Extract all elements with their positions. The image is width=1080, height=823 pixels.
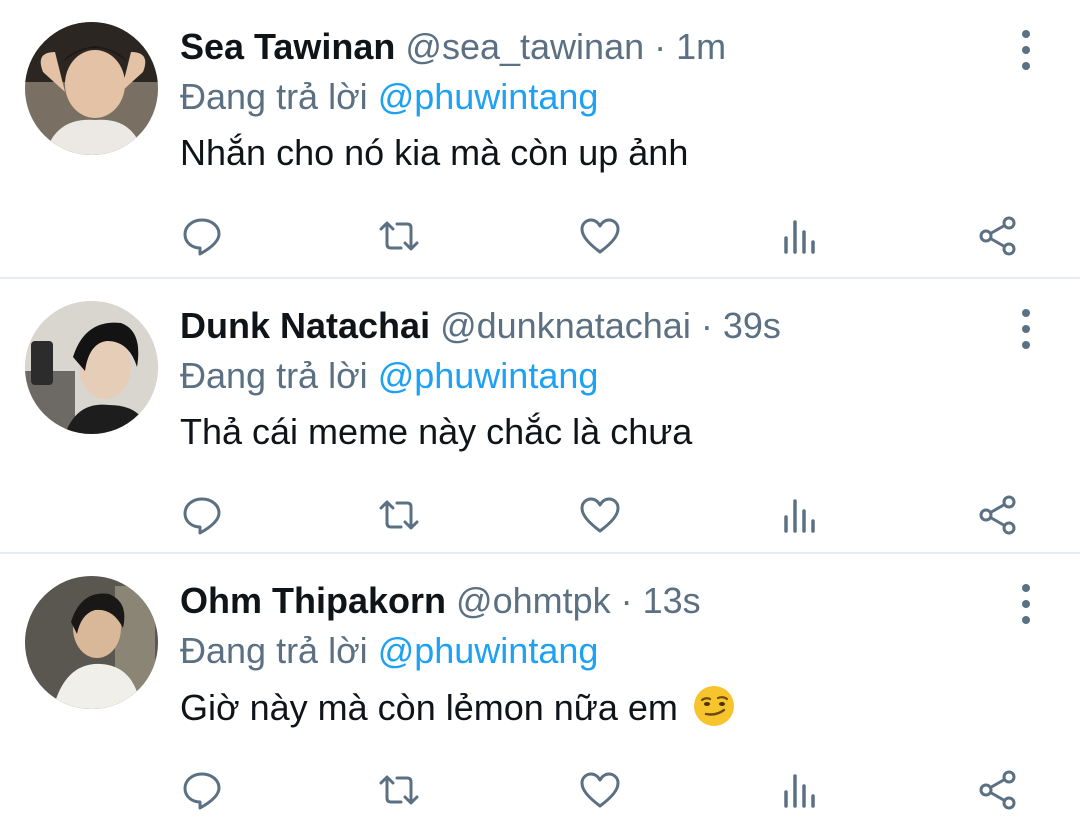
avatar[interactable] <box>25 576 158 709</box>
heart-icon <box>580 218 620 254</box>
more-vertical-icon <box>1022 616 1030 624</box>
like-button[interactable] <box>578 768 622 812</box>
reply-button[interactable] <box>180 768 224 812</box>
more-vertical-icon <box>1022 600 1030 608</box>
mention-link[interactable]: @phuwintang <box>378 355 599 396</box>
more-options-button[interactable] <box>1012 584 1040 624</box>
replying-to-label: Đang trả lời <box>180 355 378 396</box>
more-options-button[interactable] <box>1012 309 1040 349</box>
analytics-icon <box>784 499 815 533</box>
more-vertical-icon <box>1022 341 1030 349</box>
retweet-button[interactable] <box>377 214 421 258</box>
tweet-text: Thả cái meme này chắc là chưa <box>180 411 693 452</box>
tweet-header: Dunk Natachai @dunknatachai · 39s <box>180 303 1000 349</box>
retweet-button[interactable] <box>377 493 421 537</box>
avatar[interactable] <box>25 301 158 434</box>
more-vertical-icon <box>1022 62 1030 70</box>
mention-link[interactable]: @phuwintang <box>378 76 599 117</box>
more-vertical-icon <box>1022 584 1030 592</box>
avatar-photo <box>25 576 158 709</box>
replying-to-label: Đang trả lời <box>180 630 378 671</box>
more-vertical-icon <box>1022 46 1030 54</box>
tweet[interactable]: Sea Tawinan @sea_tawinan · 1m Đang trả l… <box>0 0 1080 277</box>
retweet-icon <box>379 221 419 251</box>
tweet-header: Ohm Thipakorn @ohmtpk · 13s <box>180 578 1000 624</box>
action-bar <box>180 493 1040 537</box>
separator: · <box>610 580 643 621</box>
action-bar <box>180 768 1040 812</box>
analytics-icon <box>784 220 815 254</box>
reply-icon <box>183 772 221 810</box>
timestamp[interactable]: 13s <box>643 580 701 621</box>
share-button[interactable] <box>976 493 1020 537</box>
smirking-face-emoji <box>693 686 734 726</box>
timestamp[interactable]: 39s <box>723 305 781 346</box>
retweet-button[interactable] <box>377 768 421 812</box>
share-icon <box>979 216 1016 256</box>
retweet-icon <box>379 775 419 805</box>
reply-button[interactable] <box>180 214 224 258</box>
avatar-photo <box>25 22 158 155</box>
replying-to-label: Đang trả lời <box>180 76 378 117</box>
share-button[interactable] <box>976 214 1020 258</box>
separator: · <box>690 305 723 346</box>
analytics-button[interactable] <box>778 214 822 258</box>
more-vertical-icon <box>1022 309 1030 317</box>
timestamp[interactable]: 1m <box>676 26 726 67</box>
share-icon <box>979 770 1016 810</box>
more-vertical-icon <box>1022 325 1030 333</box>
avatar-photo <box>25 301 158 434</box>
tweet[interactable]: Ohm Thipakorn @ohmtpk · 13s Đang trả lời… <box>0 552 1080 823</box>
display-name[interactable]: Sea Tawinan <box>180 26 395 67</box>
share-button[interactable] <box>976 768 1020 812</box>
tweet[interactable]: Dunk Natachai @dunknatachai · 39s Đang t… <box>0 277 1080 552</box>
tweet-text: Giờ này mà còn lẻmon nữa em <box>180 684 1000 731</box>
user-handle[interactable]: @dunknatachai <box>440 305 691 346</box>
more-vertical-icon <box>1022 30 1030 38</box>
reply-icon <box>183 218 221 256</box>
user-handle[interactable]: @sea_tawinan <box>405 26 644 67</box>
tweet-text-content: Giờ này mà còn lẻmon nữa em <box>180 687 678 728</box>
tweet-text: Nhắn cho nó kia mà còn up ảnh <box>180 132 689 173</box>
separator: · <box>644 26 677 67</box>
user-handle[interactable]: @ohmtpk <box>456 580 611 621</box>
avatar[interactable] <box>25 22 158 155</box>
like-button[interactable] <box>578 493 622 537</box>
analytics-icon <box>784 774 815 808</box>
heart-icon <box>580 497 620 533</box>
replying-to: Đang trả lời @phuwintang <box>180 74 1000 120</box>
heart-icon <box>580 772 620 808</box>
tweet-header: Sea Tawinan @sea_tawinan · 1m <box>180 24 1000 70</box>
reply-icon <box>183 497 221 535</box>
more-options-button[interactable] <box>1012 30 1040 70</box>
display-name[interactable]: Dunk Natachai <box>180 305 430 346</box>
like-button[interactable] <box>578 214 622 258</box>
action-bar <box>180 214 1040 258</box>
replying-to: Đang trả lời @phuwintang <box>180 628 1000 674</box>
analytics-button[interactable] <box>778 768 822 812</box>
display-name[interactable]: Ohm Thipakorn <box>180 580 446 621</box>
mention-link[interactable]: @phuwintang <box>378 630 599 671</box>
replies-feed: Sea Tawinan @sea_tawinan · 1m Đang trả l… <box>0 0 1080 823</box>
replying-to: Đang trả lời @phuwintang <box>180 353 1000 399</box>
share-icon <box>979 495 1016 535</box>
retweet-icon <box>379 500 419 530</box>
analytics-button[interactable] <box>778 493 822 537</box>
reply-button[interactable] <box>180 493 224 537</box>
